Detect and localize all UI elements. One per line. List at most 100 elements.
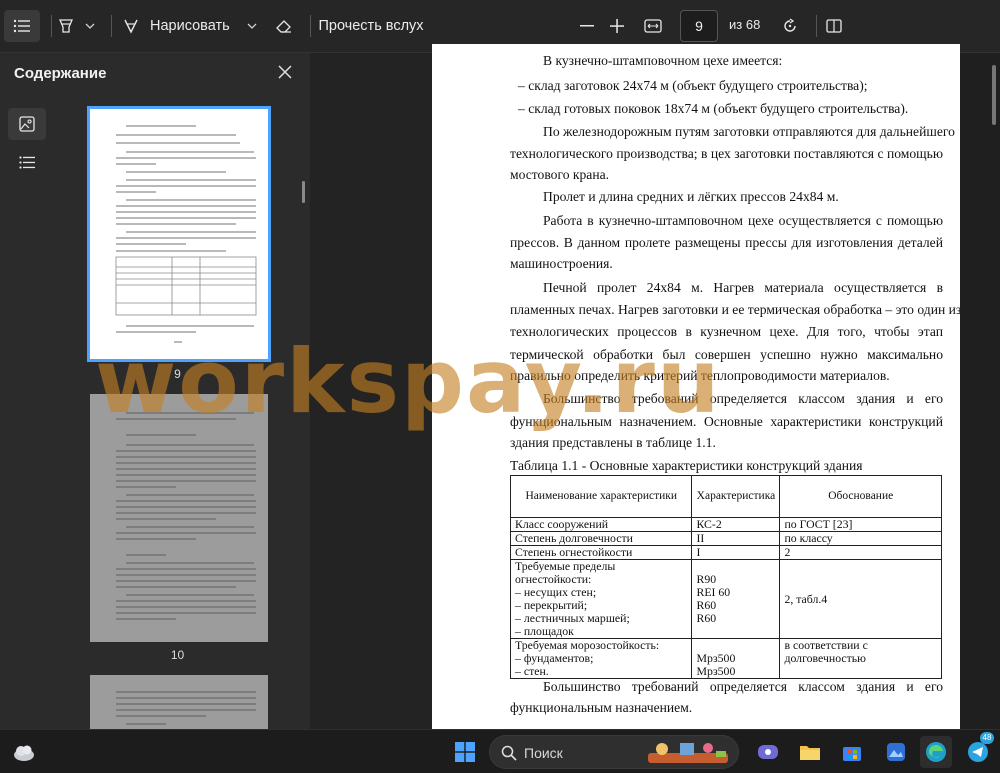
table-row: Требуемые пределы огнестойкости: – несущ… [509,559,942,639]
image-icon [19,116,35,132]
paragraph-line: здания представлены в таблице 1.1. [510,435,716,450]
telegram-icon [968,742,988,762]
document-scrollbar[interactable] [988,53,1000,729]
page-view-button[interactable] [820,10,848,42]
chevron-down-icon [247,23,257,29]
pen-icon [124,19,138,34]
taskbar-app-telegram[interactable]: 48 [962,732,994,768]
zoom-out-button[interactable] [573,10,601,42]
read-aloud-label: Прочесть вслух [318,18,424,34]
contents-toggle-button[interactable] [4,10,40,42]
thumbnail-scrollbar[interactable] [302,181,305,203]
document-page: В кузнечно-штамповочном цехе имеется: – … [432,44,960,729]
weather-widget[interactable] [8,736,40,768]
taskbar-app-store[interactable] [836,736,868,768]
outline-tab[interactable] [8,146,46,178]
table-row: Степень долговечности II по классу [509,531,942,546]
start-button[interactable] [449,736,481,768]
paragraph-line: По железнодорожным путям заготовки отпра… [543,124,955,139]
document-scrollbar-thumb[interactable] [992,65,996,125]
table-cell: в соответствии с долговечностью [779,638,942,679]
taskbar-search[interactable]: Поиск [489,735,739,769]
two-page-icon [826,19,842,33]
highlight-options-button[interactable] [82,10,98,42]
document-background [310,53,432,729]
paragraph-line: пламенных печах. Нагрев заготовки и ее т… [510,302,960,317]
video-chat-icon [758,745,778,759]
table-header: Обоснование [779,475,942,518]
page-thumbnail[interactable] [90,675,268,729]
list-icon [19,155,35,169]
list-item: – склад заготовок 24х74 м (объект будуще… [518,78,868,93]
toolbar-divider [816,15,817,37]
spec-table: Наименование характеристики Характеристи… [509,475,942,679]
page-total: из 68 [729,17,761,32]
taskbar-app-explorer[interactable] [794,736,826,768]
page-number-input[interactable]: 9 [680,10,718,42]
list-icon [13,19,30,33]
page-thumbnail[interactable] [90,394,268,642]
photos-icon [887,743,905,761]
plus-icon [610,19,624,33]
paragraph-line: Работа в кузнечно-штамповочном цехе осущ… [543,213,943,228]
notification-badge: 48 [980,732,994,744]
eraser-button[interactable] [270,10,298,42]
table-header-row: Наименование характеристики Характеристи… [509,475,942,518]
draw-button[interactable]: Нарисовать [122,10,237,42]
thumbnails-tab[interactable] [8,108,46,140]
cell-line: – площадок [515,624,574,638]
paragraph-line: функциональным назначением. [510,700,693,715]
toolbar-divider [310,15,311,37]
store-icon [843,747,861,761]
cell-line: R60 [696,611,717,625]
paragraph-line: Большинство требований определяется клас… [543,391,943,406]
paragraph-line: Пролет и длина средних и лёгких прессов … [543,189,839,204]
cell-line: Требуемые пределы огнестойкости: [515,559,616,586]
paragraph-line: технологического производства; в цех заг… [510,146,943,161]
table-header: Наименование характеристики [509,475,693,518]
page-preview-graphic [116,691,256,725]
fit-width-button[interactable] [638,10,668,42]
cell-line: в соответствии с долговечностью [784,638,868,665]
paragraph-line: функциональным назначением. Основные хар… [510,414,943,429]
table-cell: I [691,545,781,560]
taskbar-app-photos[interactable] [880,736,912,768]
toolbar-divider [111,15,112,37]
paragraph-line: В кузнечно-штамповочном цехе имеется: [543,53,783,68]
folder-icon [800,746,820,760]
paragraph-line: машиностроения. [510,256,613,271]
highlight-button[interactable] [54,10,78,42]
page-thumbnail-selected[interactable] [90,109,268,359]
highlighter-icon [59,19,73,33]
paragraph-line: прессов. В данном пролете размещены прес… [510,235,943,250]
page-thumbnail-number: 9 [174,367,181,381]
taskbar-app-meet[interactable] [752,736,784,768]
table-cell: Требуемые пределы огнестойкости: – несущ… [509,559,693,639]
minus-icon [580,25,594,27]
search-highlight-illustration [648,743,728,763]
table-cell: Мрз500 Мрз500 [691,638,781,679]
table-cell: по классу [779,531,942,546]
paragraph-line: Большинство требований определяется клас… [543,679,943,694]
page-thumbnail-number: 10 [170,648,185,662]
table-cell: Требуемая морозостойкость: – фундаментов… [509,638,693,679]
paragraph-line: термической обработки был совершен успеш… [510,347,943,362]
windows-icon [455,742,475,762]
cloud-icon [14,745,34,761]
draw-options-button[interactable] [244,10,260,42]
table-cell: по ГОСТ [23] [779,517,942,532]
rotate-button[interactable] [776,10,804,42]
page-preview-graphic [115,125,257,343]
table-caption: Таблица 1.1 - Основные характеристики ко… [510,458,863,473]
cell-line: 2, табл.4 [784,591,828,606]
chevron-down-icon [85,23,95,29]
table-cell: 2 [779,545,942,560]
taskbar-app-edge[interactable] [920,736,952,768]
list-item: – склад готовых поковок 18х74 м (объект … [518,101,909,116]
table-cell: Степень долговечности [509,531,693,546]
read-aloud-button[interactable]: Прочесть вслух [316,10,426,42]
zoom-in-button[interactable] [603,10,631,42]
eraser-icon [276,20,291,33]
contents-panel: Содержание 9 10 [0,53,310,729]
table-row: Требуемая морозостойкость: – фундаментов… [509,638,942,679]
